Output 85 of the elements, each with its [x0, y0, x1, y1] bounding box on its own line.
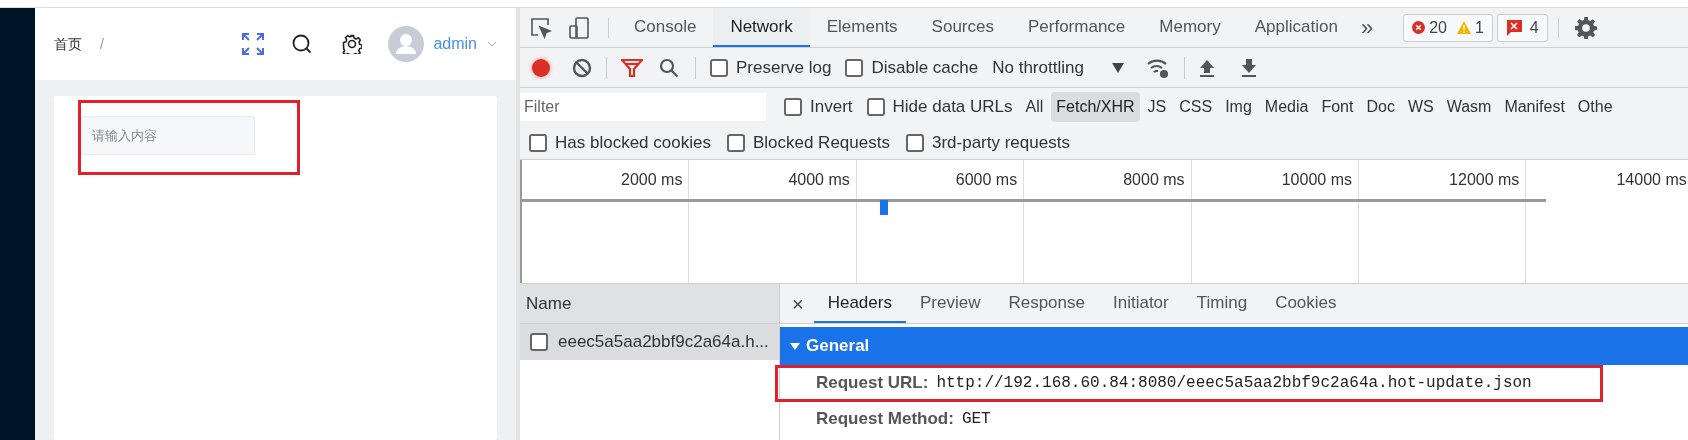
filter-type-button[interactable]: Img	[1220, 92, 1257, 122]
inspect-icon[interactable]	[530, 16, 552, 39]
field-value: GET	[961, 409, 991, 430]
checkbox[interactable]	[866, 98, 885, 116]
tab[interactable]: Elements	[809, 8, 915, 47]
checkbox[interactable]	[905, 133, 924, 152]
filter-type-button[interactable]: Doc	[1361, 92, 1400, 122]
checkbox-label[interactable]: Hide data URLs	[892, 94, 1013, 120]
filter-type-button[interactable]: All	[1020, 92, 1049, 122]
filter-type-button[interactable]: Wasm	[1441, 92, 1497, 122]
tab[interactable]: Performance	[1011, 8, 1143, 47]
filter-type-button[interactable]: Manifest	[1499, 92, 1570, 122]
tick-label: 2000 ms	[621, 170, 683, 188]
tick-label: 8000 ms	[1123, 170, 1185, 188]
tab[interactable]: Initiator	[1099, 284, 1183, 323]
checkbox-label[interactable]: Disable cache	[871, 54, 979, 81]
filter-type-button[interactable]: Media	[1259, 92, 1314, 122]
search-icon[interactable]	[659, 57, 679, 78]
field-label: Request URL:	[816, 372, 929, 395]
issue-count: 4	[1529, 17, 1539, 38]
checkbox[interactable]	[530, 333, 548, 351]
checkbox[interactable]	[784, 98, 802, 116]
warning-icon	[1456, 21, 1471, 34]
throttling-dropdown[interactable]: No throttling	[992, 54, 1084, 81]
filter-type-button[interactable]: Othe	[1572, 92, 1618, 122]
more-tabs-button[interactable]: »	[1360, 11, 1374, 44]
error-count: 20	[1429, 17, 1447, 38]
tab[interactable]: Network	[713, 8, 810, 47]
tick-label: 12000 ms	[1449, 170, 1520, 188]
tab[interactable]: Memory	[1142, 8, 1238, 47]
fullscreen-icon[interactable]	[242, 33, 265, 55]
checkbox[interactable]	[710, 58, 728, 77]
checkbox-label[interactable]: Blocked Requests	[752, 129, 890, 156]
filter-type-button[interactable]: JS	[1142, 92, 1172, 122]
tick-label: 10000 ms	[1281, 170, 1352, 188]
breadcrumb-item[interactable]: 首页	[54, 33, 82, 55]
warning-count: 1	[1474, 17, 1484, 38]
tab[interactable]: Response	[994, 284, 1099, 323]
request-row[interactable]: eeec5a5aa2bbf9c2a64a.h...	[520, 324, 779, 360]
tick-label: 14000 ms	[1616, 170, 1687, 188]
settings-icon[interactable]	[342, 34, 363, 54]
field-label: Request Method:	[816, 408, 954, 431]
request-bar	[880, 200, 888, 215]
error-warning-badge[interactable]: 20 1	[1403, 13, 1493, 42]
breadcrumb-separator: /	[100, 34, 104, 54]
device-icon[interactable]	[568, 16, 590, 39]
checkbox-label[interactable]: Invert	[810, 94, 853, 120]
section-header[interactable]: General	[780, 327, 1688, 365]
section-title: General	[806, 335, 870, 358]
search-icon[interactable]	[292, 34, 313, 54]
close-button[interactable]: ×	[792, 288, 804, 319]
column-header[interactable]: Name	[520, 284, 779, 324]
tab[interactable]: Console	[617, 8, 714, 47]
filter-field[interactable]: Filter	[520, 93, 766, 121]
issues-badge[interactable]: 4	[1496, 13, 1548, 42]
checkbox[interactable]	[726, 133, 745, 152]
checkbox[interactable]	[845, 58, 864, 77]
error-icon	[1412, 21, 1426, 34]
tab[interactable]: Headers	[813, 284, 906, 323]
triangle-icon	[790, 341, 800, 351]
checkbox-label[interactable]: 3rd-party requests	[931, 129, 1070, 156]
tick-label: 4000 ms	[788, 170, 850, 188]
record-button[interactable]	[532, 58, 550, 77]
checkbox-label[interactable]: Has blocked cookies	[555, 129, 711, 156]
filter-type-button[interactable]: CSS	[1174, 92, 1218, 122]
request-name: eeec5a5aa2bbf9c2a64a.h...	[558, 331, 769, 354]
tab[interactable]: Preview	[905, 284, 995, 323]
filter-icon[interactable]	[621, 57, 643, 78]
tab[interactable]: Timing	[1182, 284, 1262, 323]
download-icon[interactable]	[1240, 57, 1257, 78]
checkbox-label[interactable]: Preserve log	[736, 54, 832, 81]
issue-flag-icon	[1505, 19, 1522, 36]
tick-label: 6000 ms	[955, 170, 1018, 188]
tab[interactable]: Application	[1237, 8, 1355, 47]
field-value: http://192.168.60.84:8080/eeec5a5aa2bbf9c2a64a.hot-update.json	[936, 373, 1532, 394]
filter-type-button[interactable]: Fetch/XHR	[1051, 92, 1140, 122]
settings-icon[interactable]	[1574, 16, 1597, 39]
tab[interactable]: Cookies	[1261, 284, 1351, 323]
checkbox[interactable]	[529, 133, 547, 152]
input-field[interactable]: 请输入内容	[80, 116, 255, 155]
clear-icon[interactable]	[572, 57, 592, 78]
filter-type-button[interactable]: Font	[1316, 92, 1359, 122]
dropdown-arrow-icon[interactable]	[1111, 62, 1124, 73]
filter-type-button[interactable]: WS	[1402, 92, 1439, 122]
tab[interactable]: Sources	[914, 8, 1011, 47]
